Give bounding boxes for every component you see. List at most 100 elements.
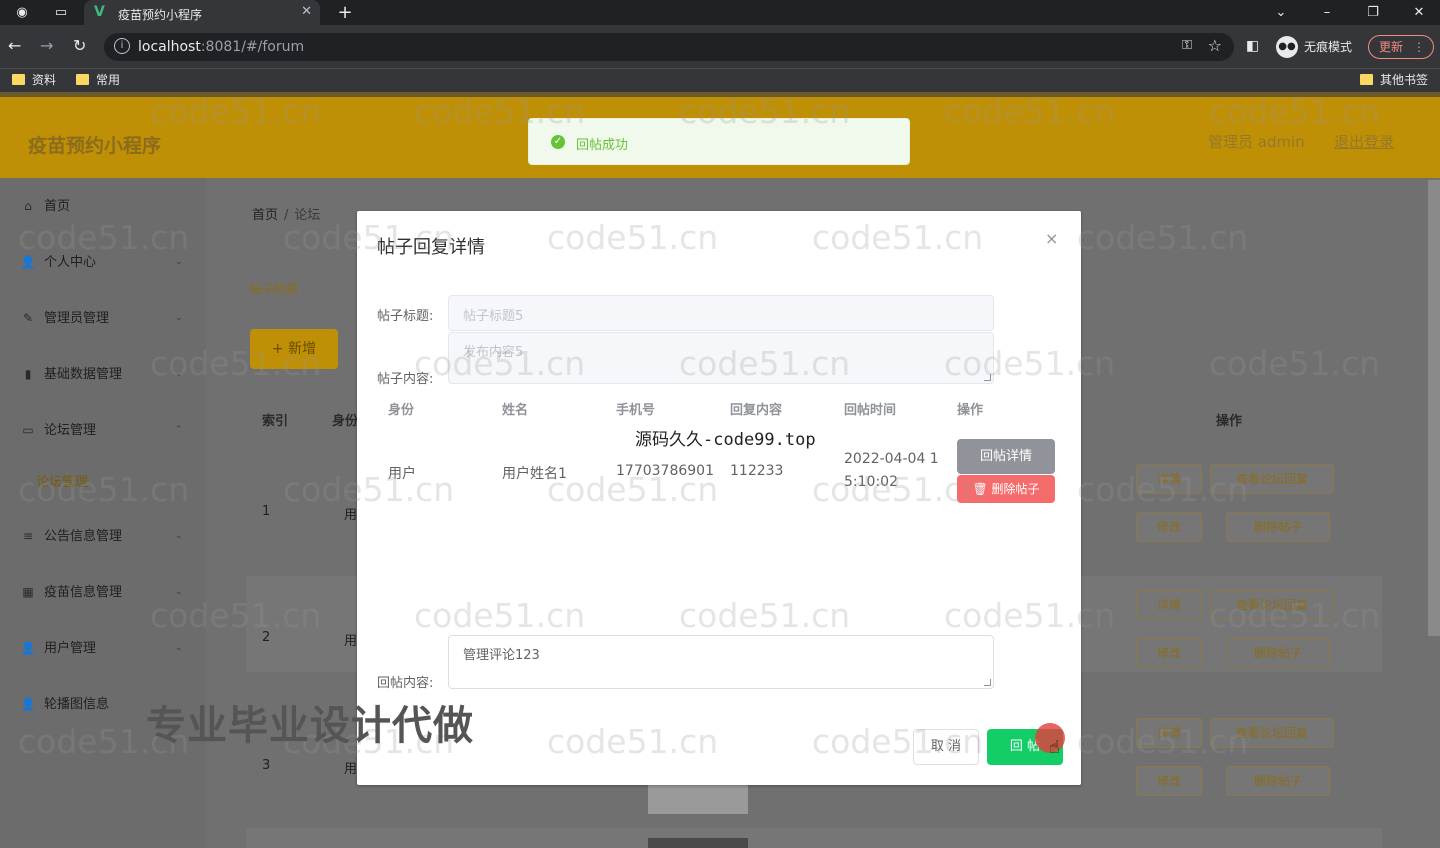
incognito-icon: ●● <box>1276 36 1298 58</box>
row-identity: 用 <box>344 634 358 649</box>
folder-icon <box>76 74 89 85</box>
url-input[interactable]: i localhost:8081/#/forum ⚿ ☆ <box>104 33 1234 61</box>
reply-content-input[interactable]: 管理评论123 <box>448 635 994 689</box>
sidebar-item-profile[interactable]: 👤 个人中心 ⌄ <box>20 252 183 272</box>
col-header-index: 索引 <box>262 414 289 429</box>
chevron-down-icon: ⌄ <box>175 643 183 653</box>
folder-icon <box>1360 74 1373 85</box>
col-header-identity: 身份 <box>332 414 359 429</box>
globe-icon[interactable]: ◉ <box>13 4 31 22</box>
site-watermark: 源码久久-code99.top <box>635 430 816 450</box>
reply-detail-button[interactable]: 回帖详情 <box>957 439 1055 474</box>
row-edit-button[interactable]: 修改 <box>1136 766 1202 796</box>
row-detail-button[interactable]: 详情 <box>1136 464 1202 494</box>
row-thumbnail <box>648 780 748 814</box>
window-icon[interactable]: ▭ <box>52 4 70 22</box>
close-icon[interactable]: × <box>1045 229 1058 248</box>
filter-label: 帖子标题 <box>250 282 299 296</box>
reply-content-label: 回帖内容: <box>377 676 434 691</box>
post-content-label: 帖子内容: <box>377 372 434 387</box>
reply-col-name: 姓名 <box>502 403 529 418</box>
sidebar-item-forum[interactable]: ▭ 论坛管理 ⌃ <box>20 420 182 440</box>
bookmarks-bar: 资料 常用 其他书签 <box>0 68 1440 92</box>
incognito-indicator[interactable]: ●● 无痕模式 <box>1276 34 1352 60</box>
page-scrollbar[interactable] <box>1428 180 1440 636</box>
row-edit-button[interactable]: 修改 <box>1136 512 1202 542</box>
sidebar-item-carousel[interactable]: 👤 轮播图信息 <box>20 694 110 714</box>
site-info-icon[interactable]: i <box>114 38 130 54</box>
row-edit-button[interactable]: 修改 <box>1136 638 1202 668</box>
reply-content: 112233 <box>730 463 784 479</box>
row-detail-button[interactable]: 详情 <box>1136 590 1202 620</box>
window-close-icon[interactable]: ✕ <box>1410 4 1428 22</box>
breadcrumb: 首页 / 论坛 <box>252 208 321 223</box>
sidebar-item-vaccine[interactable]: ▦ 疫苗信息管理 ⌄ <box>20 582 182 602</box>
restore-icon[interactable]: ❐ <box>1364 4 1382 22</box>
row-delete-button[interactable]: 删除帖子 <box>1226 766 1330 796</box>
breadcrumb-current: 论坛 <box>294 208 321 223</box>
user-icon: 👤 <box>20 641 36 655</box>
row-delete-button[interactable]: 删除帖子 <box>1226 638 1330 668</box>
col-header-actions: 操作 <box>1216 414 1243 429</box>
other-bookmarks[interactable]: 其他书签 <box>1360 72 1428 88</box>
post-title-label: 帖子标题: <box>377 309 434 324</box>
vue-logo-icon: V <box>94 4 105 20</box>
browser-tab[interactable]: V 疫苗预约小程序 ✕ <box>84 0 320 25</box>
new-tab-icon[interactable]: + <box>336 4 354 22</box>
row-index: 1 <box>262 504 271 519</box>
pointer-cursor-icon: ☝ <box>1049 737 1060 758</box>
row-identity: 用 <box>344 762 358 777</box>
url-text: localhost:8081/#/forum <box>138 39 305 55</box>
update-button[interactable]: 更新 ⋮ <box>1368 35 1434 59</box>
reply-identity: 用户 <box>388 466 416 482</box>
chevron-down-icon: ⌄ <box>175 257 183 267</box>
sidebar-item-notice[interactable]: ≡ 公告信息管理 ⌄ <box>20 526 183 546</box>
sidebar-item-users[interactable]: 👤 用户管理 ⌄ <box>20 638 183 658</box>
add-button[interactable]: + 新增 <box>250 329 338 369</box>
bookmark-folder-1[interactable]: 资料 <box>12 72 56 88</box>
cancel-button[interactable]: 取 消 <box>913 729 979 765</box>
row-view-replies-button[interactable]: 查看论坛回复 <box>1210 464 1334 494</box>
grid-icon: ▦ <box>22 585 34 599</box>
back-icon[interactable]: ← <box>8 37 21 55</box>
row-index: 3 <box>262 758 271 773</box>
bookmark-star-icon[interactable]: ☆ <box>1208 36 1222 55</box>
forum-icon: ▭ <box>22 423 34 437</box>
row-thumbnail <box>648 838 748 848</box>
row-view-replies-button[interactable]: 查看论坛回复 <box>1210 718 1334 748</box>
minimize-icon[interactable]: – <box>1318 4 1336 22</box>
app-brand: 疫苗预约小程序 <box>28 135 162 157</box>
sidebar-item-admin[interactable]: ✎ 管理员管理 ⌄ <box>20 308 183 328</box>
chevron-down-icon: ⌄ <box>175 369 183 379</box>
reply-col-content: 回复内容 <box>730 403 783 418</box>
breadcrumb-home[interactable]: 首页 <box>252 208 278 223</box>
row-view-replies-button[interactable]: 查看论坛回复 <box>1210 590 1334 620</box>
row-identity: 用 <box>344 508 358 523</box>
chevron-up-icon: ⌃ <box>175 425 183 435</box>
chevron-down-icon: ⌄ <box>175 313 183 323</box>
reply-delete-button[interactable]: 🗑 删除帖子 <box>957 475 1055 503</box>
edit-icon: ✎ <box>22 311 34 325</box>
reply-col-time: 回帖时间 <box>844 403 897 418</box>
row-delete-button[interactable]: 删除帖子 <box>1226 512 1330 542</box>
row-detail-button[interactable]: 详情 <box>1136 718 1202 748</box>
key-icon[interactable]: ⚿ <box>1182 38 1192 53</box>
chevron-down-icon: ⌄ <box>175 531 183 541</box>
bookmark-folder-2[interactable]: 常用 <box>76 72 120 88</box>
incognito-label: 无痕模式 <box>1304 40 1353 54</box>
reply-name: 用户姓名1 <box>502 466 567 482</box>
logout-link[interactable]: 退出登录 <box>1334 131 1394 152</box>
tab-search-chevron-icon[interactable]: ⌄ <box>1272 4 1290 22</box>
reload-icon[interactable]: ↻ <box>73 37 86 55</box>
sidebar-item-basedata[interactable]: ▮ 基础数据管理 ⌄ <box>20 364 183 384</box>
list-icon: ≡ <box>22 529 34 543</box>
forward-icon[interactable]: → <box>40 37 53 55</box>
reply-time-line2: 5:10:02 <box>844 474 898 490</box>
more-menu-icon[interactable]: ⋮ <box>1413 36 1425 58</box>
sidebar-subitem-forum[interactable]: 论坛管理 <box>36 473 88 493</box>
side-panel-icon[interactable]: ◧ <box>1246 37 1259 55</box>
tab-close-icon[interactable]: ✕ <box>301 4 312 19</box>
success-toast: ✓ 回帖成功 <box>528 118 910 165</box>
sidebar-item-home[interactable]: ⌂ 首页 <box>20 196 70 216</box>
chevron-down-icon: ⌄ <box>175 587 183 597</box>
